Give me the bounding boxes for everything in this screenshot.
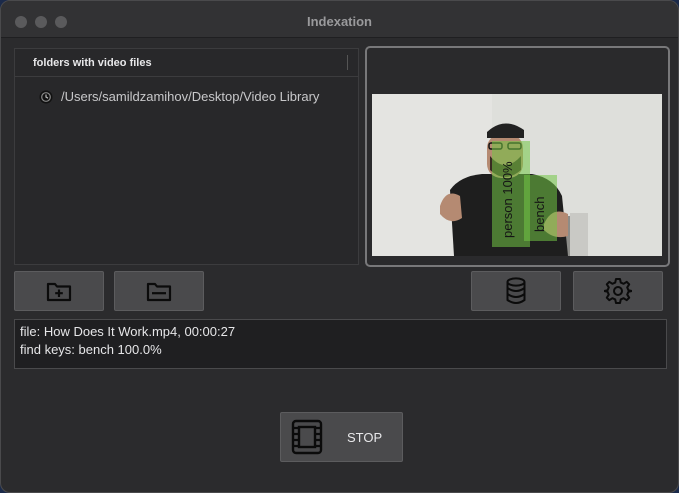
app-window: Indexation folders with video files /Use… bbox=[0, 0, 679, 493]
gear-icon bbox=[604, 278, 632, 304]
stop-label: STOP bbox=[347, 430, 383, 445]
detection-label-bench: bench bbox=[532, 196, 547, 232]
database-icon bbox=[506, 277, 526, 304]
video-frame: person 100% bench bbox=[372, 94, 662, 256]
database-button[interactable] bbox=[471, 271, 561, 311]
folder-path: /Users/samildzamihov/Desktop/Video Libra… bbox=[61, 89, 320, 104]
folders-header-label: folders with video files bbox=[33, 57, 152, 69]
folder-minus-icon bbox=[146, 282, 172, 302]
status-output: file: How Does It Work.mp4, 00:00:27 fin… bbox=[14, 319, 667, 369]
folders-panel[interactable]: folders with video files /Users/samildza… bbox=[14, 48, 359, 265]
current-file-text: file: How Does It Work.mp4, 00:00:27 bbox=[20, 324, 236, 339]
folder-list-item[interactable]: /Users/samildzamihov/Desktop/Video Libra… bbox=[15, 87, 358, 107]
folders-header[interactable]: folders with video files bbox=[15, 49, 358, 77]
remove-folder-button[interactable] bbox=[114, 271, 204, 311]
folder-plus-icon bbox=[46, 282, 72, 302]
detection-label-person: person 100% bbox=[500, 161, 515, 238]
film-icon bbox=[291, 419, 323, 455]
title-bar: Indexation bbox=[1, 1, 678, 38]
add-folder-button[interactable] bbox=[14, 271, 104, 311]
column-divider bbox=[347, 55, 348, 70]
video-frame-image bbox=[372, 94, 662, 256]
window-title: Indexation bbox=[306, 14, 372, 29]
found-keys-text: find keys: bench 100.0% bbox=[20, 342, 162, 357]
settings-button[interactable] bbox=[573, 271, 663, 311]
folder-status-icon bbox=[39, 90, 53, 104]
stop-button[interactable]: STOP bbox=[280, 412, 403, 462]
video-preview: person 100% bench bbox=[365, 46, 670, 267]
